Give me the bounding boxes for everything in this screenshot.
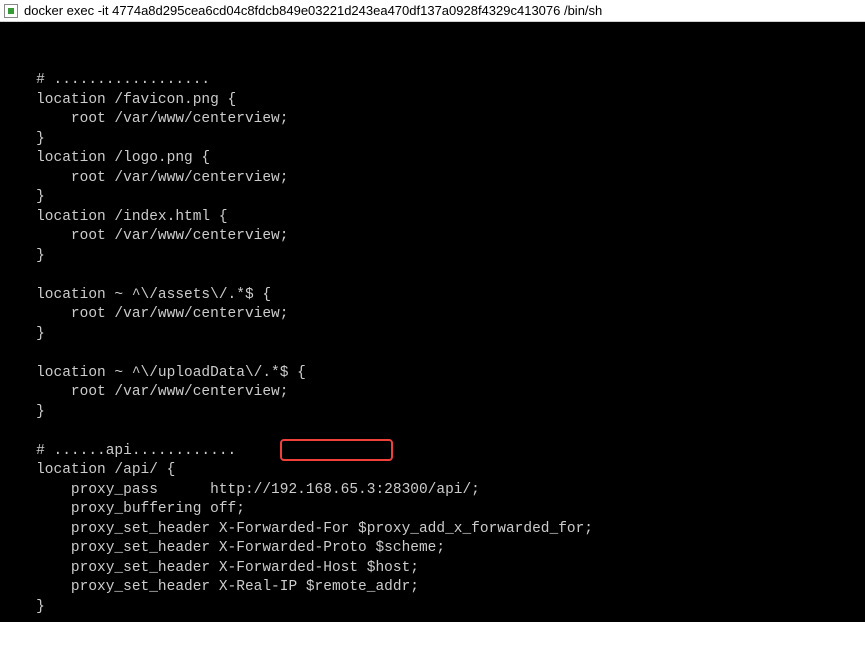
terminal-icon-inner — [8, 8, 14, 14]
terminal-code-block: # .................. location /favicon.p… — [10, 71, 865, 617]
window-title-bar: docker exec -it 4774a8d295cea6cd04c8fdcb… — [0, 0, 865, 22]
window-title-text: docker exec -it 4774a8d295cea6cd04c8fdcb… — [24, 3, 602, 18]
terminal-icon — [4, 4, 18, 18]
terminal-output[interactable]: # .................. location /favicon.p… — [0, 22, 865, 622]
